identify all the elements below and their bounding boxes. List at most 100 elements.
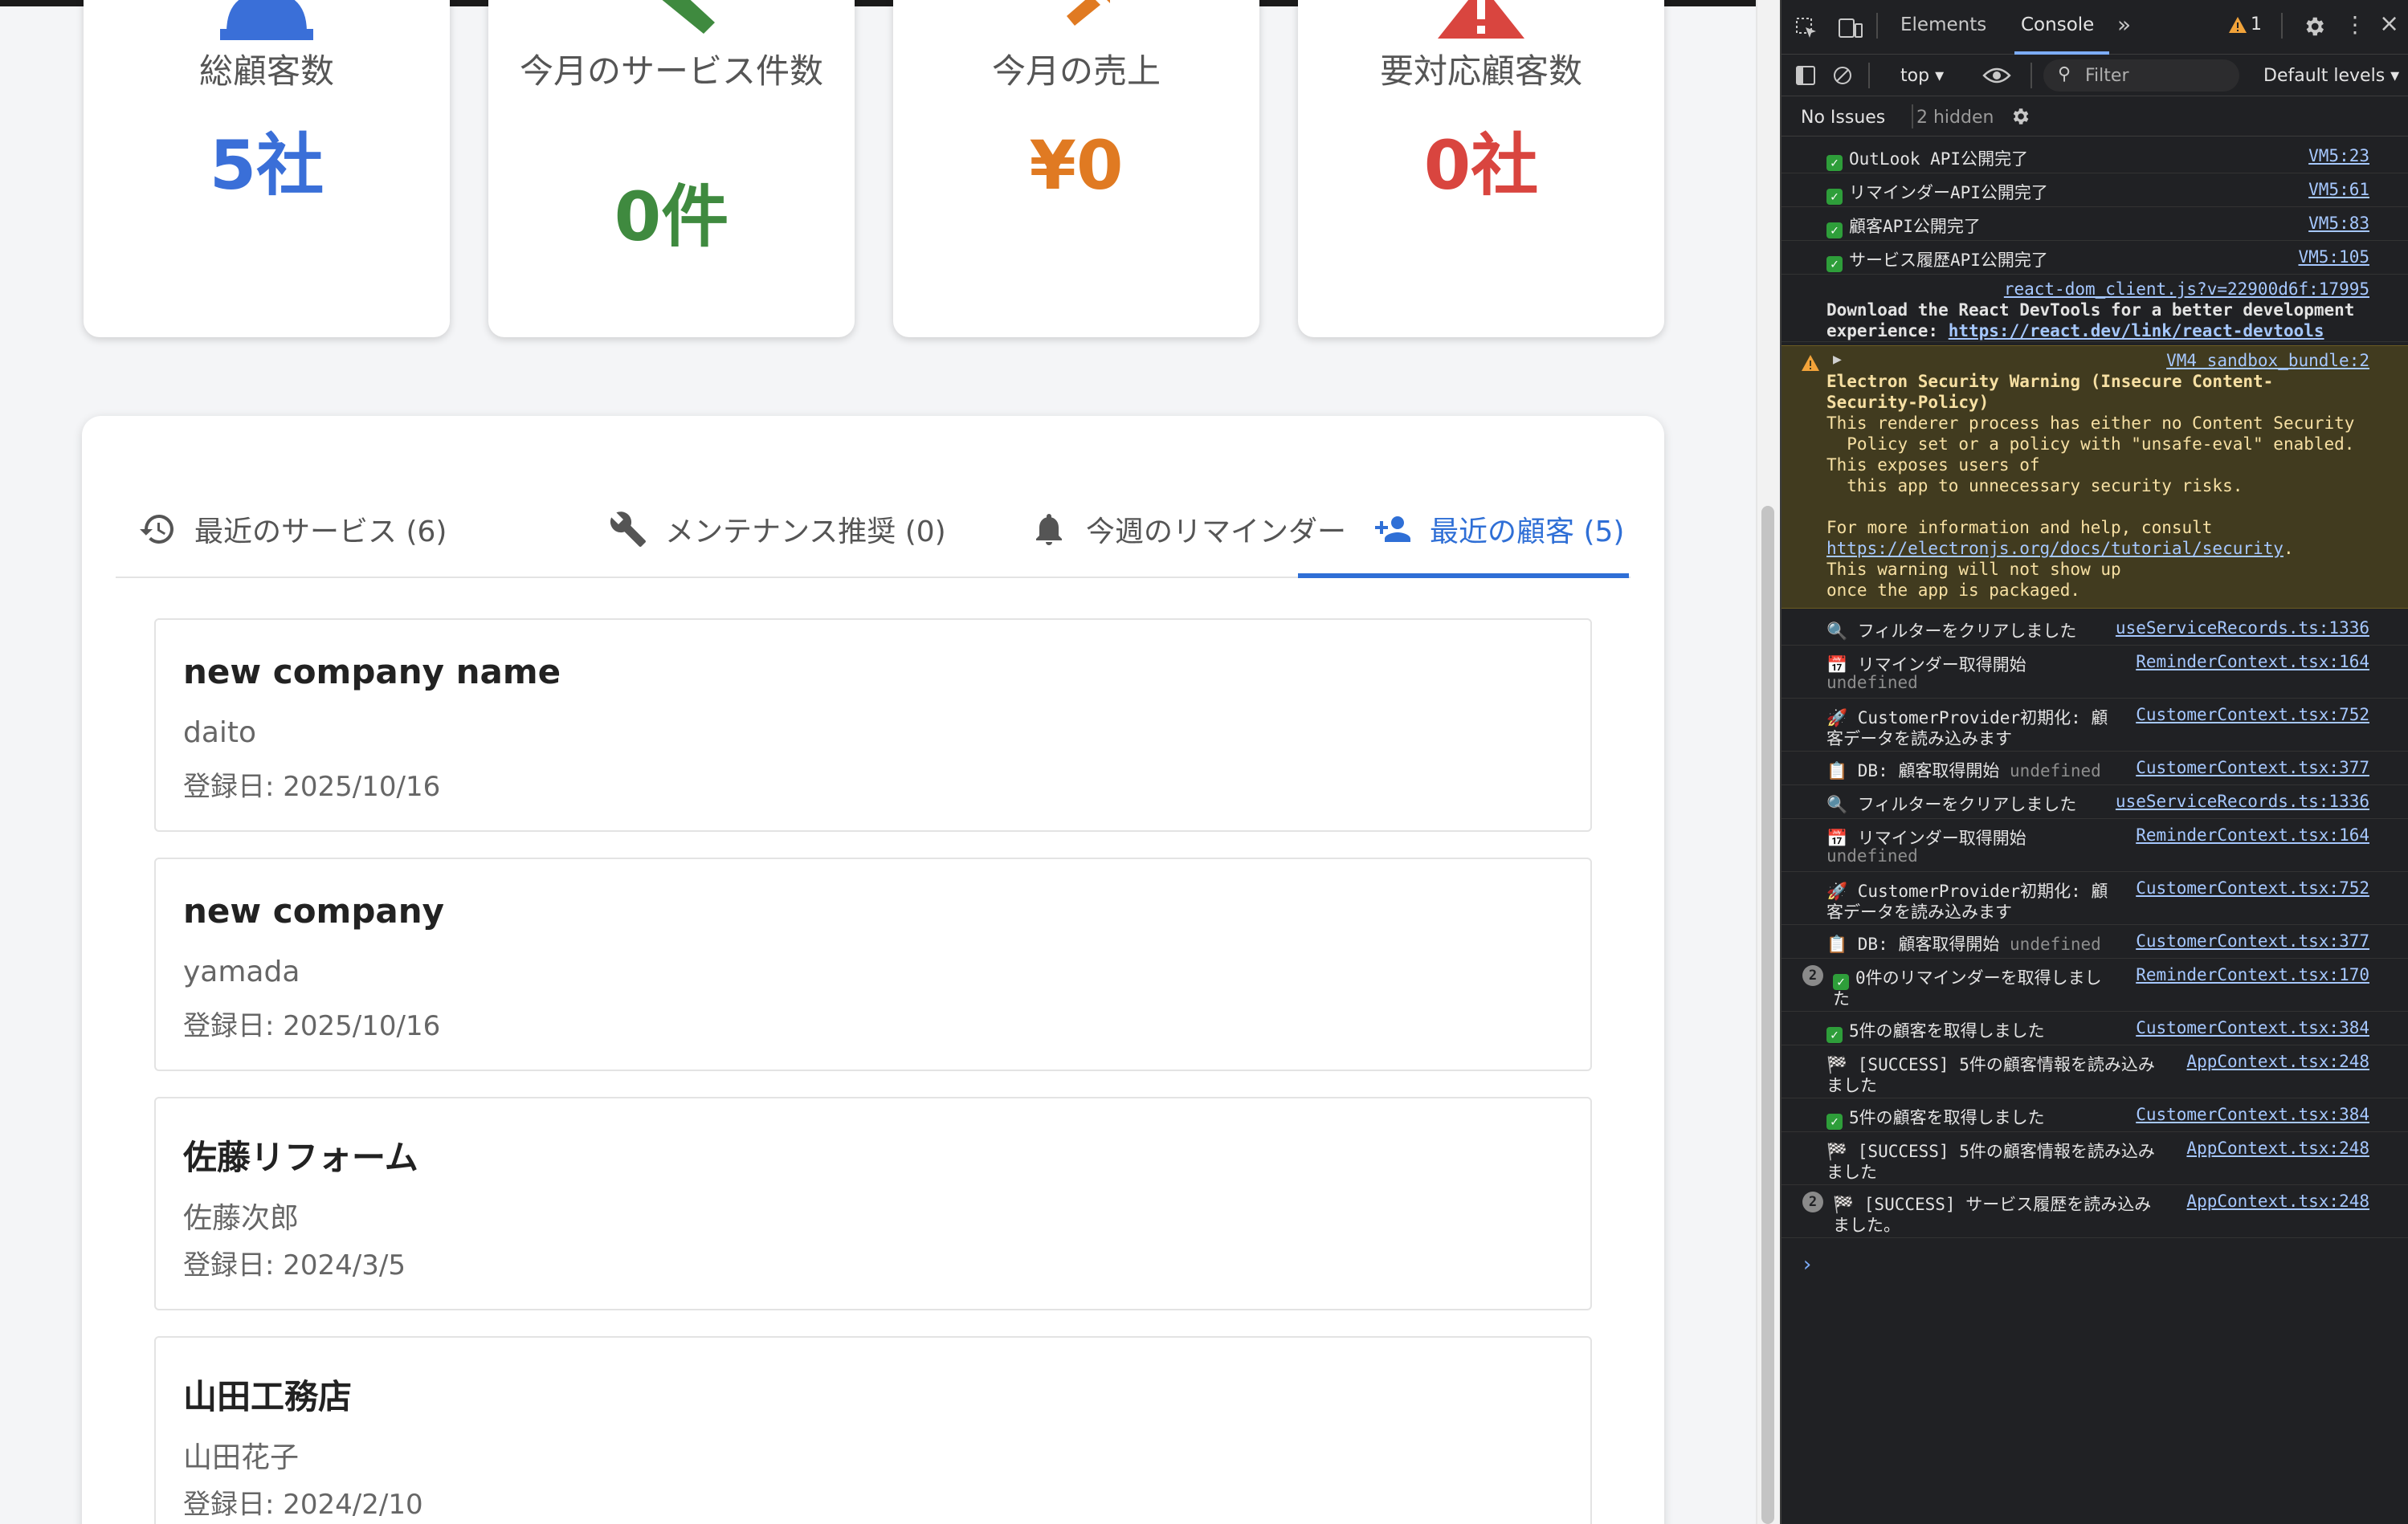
customer-contact: daito (183, 716, 257, 749)
console-toolbar: top ▾ ⚲ Filter Default levels ▾ (1782, 55, 2408, 96)
customer-card[interactable]: 佐藤リフォーム 佐藤次郎 登録日: 2024/3/5 (154, 1097, 1592, 1310)
stat-value: ¥0 (1029, 126, 1124, 205)
warning-icon (1802, 355, 1819, 371)
console-prompt[interactable]: › (1801, 1253, 1814, 1277)
log-levels-dropdown[interactable]: Default levels ▾ (2263, 66, 2399, 86)
log-source-link[interactable]: react-dom_client.js?v=22900d6f:17995 (2004, 279, 2369, 299)
repeat-count-badge: 2 (1802, 1192, 1823, 1212)
customer-registered-date: 登録日: 2024/2/10 (183, 1489, 423, 1521)
customer-name: 佐藤リフォーム (183, 1138, 418, 1177)
console-log-row: ✓ 顧客API公開完了 VM5:83 (1782, 207, 2408, 241)
log-source-link[interactable]: ReminderContext.tsx:164 (2136, 652, 2369, 671)
log-message: ✓ リマインダーAPI公開完了 (1826, 180, 2048, 205)
more-options-icon[interactable]: ⋮ (2344, 11, 2366, 38)
scrollbar-thumb[interactable] (1761, 506, 1774, 1524)
filter-input[interactable]: ⚲ Filter (2043, 59, 2239, 92)
stat-label: 総顧客数 (198, 51, 334, 91)
log-message: ✓ サービス履歴API公開完了 (1826, 247, 2048, 272)
warning-body-line: this app to unnecessary security risks. (1826, 476, 2243, 495)
devtools-tab-bar: Elements Console » 1 ⋮ × (1782, 0, 2408, 55)
device-toolbar-icon[interactable] (1838, 16, 1863, 40)
log-source-link[interactable]: CustomerContext.tsx:384 (2136, 1105, 2369, 1124)
console-output: ✓ OutLook API公開完了 VM5:23 ✓ リマインダーAPI公開完了 V… (1782, 137, 2408, 1524)
tab-label: 今週のリマインダー (1086, 515, 1347, 548)
log-source-link[interactable]: CustomerContext.tsx:377 (2136, 931, 2369, 951)
tab-label: メンテナンス推奨 (0) (665, 515, 946, 548)
issues-status[interactable]: No Issues (1801, 108, 1885, 128)
console-log-row: 🚀 CustomerProvider初期化: 顧 客データを読み込みます Cus… (1782, 699, 2408, 752)
log-source-link[interactable]: useServiceRecords.ts:1336 (2116, 792, 2369, 811)
tab-maintenance[interactable]: メンテナンス推奨 (0) (609, 480, 946, 578)
clear-console-icon[interactable] (1831, 64, 1854, 87)
log-text: 📋 DB: 顧客取得開始 (1826, 935, 2000, 954)
react-devtools-link[interactable]: https://react.dev/link/react-devtools (1949, 321, 2324, 340)
console-log-row: 📋 DB: 顧客取得開始 undefined CustomerContext.t… (1782, 925, 2408, 959)
log-source-link[interactable]: ReminderContext.tsx:170 (2136, 965, 2369, 984)
console-log-row: 🔍 フィルターをクリアしました useServiceRecords.ts:133… (1782, 785, 2408, 819)
customer-card[interactable]: new company yamada 登録日: 2025/10/16 (154, 858, 1592, 1071)
log-extra: undefined (2010, 761, 2101, 780)
log-source-link[interactable]: VM4 sandbox_bundle:2 (2166, 351, 2369, 370)
log-source-link[interactable]: CustomerContext.tsx:377 (2136, 758, 2369, 777)
inspect-element-icon[interactable] (1794, 16, 1818, 40)
log-source-link[interactable]: AppContext.tsx:248 (2186, 1052, 2369, 1071)
stat-value: 0件 (614, 177, 729, 256)
log-text: OutLook API公開完了 (1849, 149, 2029, 169)
log-message: 🔍 フィルターをクリアしました (1826, 621, 2077, 641)
tab-recent-customers[interactable]: 最近の顧客 (5) (1373, 480, 1624, 578)
more-tabs-chevron-icon[interactable]: » (2117, 11, 2131, 38)
check-icon: ✓ (1826, 256, 1843, 272)
console-log-row: ✓ OutLook API公開完了 VM5:23 (1782, 140, 2408, 173)
log-source-link[interactable]: AppContext.tsx:248 (2186, 1192, 2369, 1211)
electron-security-link[interactable]: https://electronjs.org/docs/tutorial/sec… (1826, 539, 2284, 558)
log-source-link[interactable]: VM5:105 (2298, 247, 2369, 267)
log-source-link[interactable]: VM5:61 (2308, 180, 2369, 199)
divider (2030, 63, 2032, 88)
console-log-row: 📅 リマインダー取得開始 ReminderContext.tsx:164 und… (1782, 646, 2408, 699)
check-icon: ✓ (1826, 1027, 1843, 1043)
expand-triangle-icon[interactable]: ▶ (1833, 351, 1842, 368)
log-source-link[interactable]: VM5:83 (2308, 214, 2369, 233)
console-log-row: 2 ✓ 0件のリマインダーを取得しまし た ReminderContext.tsx… (1782, 959, 2408, 1012)
customer-contact: 佐藤次郎 (183, 1202, 300, 1235)
dropdown-arrow-icon: ▾ (2390, 66, 2400, 86)
log-message: ✓ 0件のリマインダーを取得しまし (1833, 965, 2102, 990)
devtools-tab-elements[interactable]: Elements (1900, 14, 1986, 35)
issues-bar: No Issues 2 hidden (1782, 96, 2408, 137)
console-log-row: 🏁 [SUCCESS] 5件の顧客情報を読み込み ました AppContext.… (1782, 1132, 2408, 1185)
warning-title: Security-Policy) (1826, 393, 1990, 412)
gear-icon[interactable] (2010, 106, 2030, 127)
customer-registered-date: 登録日: 2025/10/16 (183, 771, 441, 803)
console-log-row: 📅 リマインダー取得開始 ReminderContext.tsx:164 und… (1782, 819, 2408, 872)
close-icon[interactable]: × (2379, 10, 2399, 38)
log-source-link[interactable]: ReminderContext.tsx:164 (2136, 825, 2369, 845)
log-message: ✓ 5件の顧客を取得しました (1826, 1105, 2045, 1130)
warnings-counter[interactable]: 1 (2228, 14, 2262, 35)
log-message: ✓ 5件の顧客を取得しました (1826, 1018, 2045, 1043)
context-label: top (1900, 66, 1930, 86)
log-source-link[interactable]: CustomerContext.tsx:384 (2136, 1018, 2369, 1037)
sidebar-toggle-icon[interactable] (1794, 64, 1817, 87)
trending-up-icon (893, 0, 1259, 40)
log-source-link[interactable]: AppContext.tsx:248 (2186, 1139, 2369, 1158)
wrench-icon (610, 511, 646, 547)
stat-card-monthly-services: 今月のサービス件数 0件 (488, 0, 855, 337)
tab-recent-services[interactable]: 最近のサービス (6) (138, 480, 447, 578)
customer-card[interactable]: new company name daito 登録日: 2025/10/16 (154, 618, 1592, 832)
warning-title: Electron Security Warning (Insecure Cont… (1826, 372, 2274, 391)
customer-card[interactable]: 山田工務店 山田花子 登録日: 2024/2/10 (154, 1336, 1592, 1524)
context-selector[interactable]: top ▾ (1900, 66, 1944, 86)
log-extra: undefined (1826, 846, 1918, 866)
customer-name: new company (183, 891, 445, 931)
gear-icon[interactable] (2302, 14, 2326, 39)
dropdown-arrow-icon: ▾ (1935, 66, 1945, 86)
log-source-link[interactable]: useServiceRecords.ts:1336 (2116, 618, 2369, 638)
devtools-tab-console[interactable]: Console (2021, 14, 2094, 35)
log-source-link[interactable]: VM5:23 (2308, 146, 2369, 165)
log-text: 5件の顧客を取得しました (1849, 1021, 2045, 1041)
log-source-link[interactable]: CustomerContext.tsx:752 (2136, 878, 2369, 898)
tab-weekly-reminders[interactable]: 今週のリマインダー (1030, 480, 1346, 578)
log-message: ✓ 顧客API公開完了 (1826, 214, 1981, 238)
eye-icon[interactable] (1982, 66, 2011, 85)
log-source-link[interactable]: CustomerContext.tsx:752 (2136, 705, 2369, 724)
